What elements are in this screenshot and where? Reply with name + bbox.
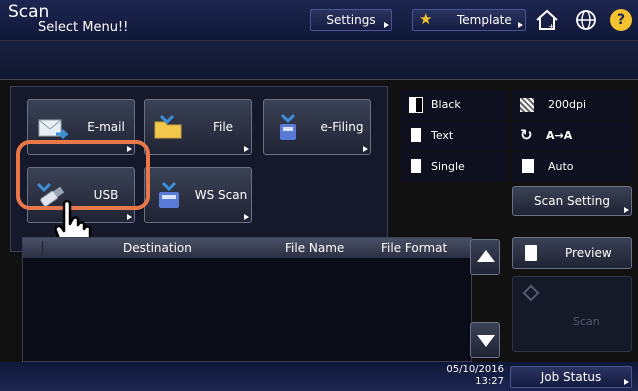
job-status-button[interactable]: Job Status (510, 366, 632, 388)
preview-label: Preview (565, 246, 612, 260)
resolution-value: 200dpi (548, 98, 587, 111)
job-status-label: Job Status (540, 370, 602, 384)
e-filing-icon (272, 112, 304, 144)
folder-icon (153, 112, 185, 144)
bottom-bar: 05/10/2016 13:27 Job Status (0, 362, 638, 391)
document-icon (411, 128, 421, 142)
arrow-down-icon (477, 335, 495, 347)
scroll-down-button[interactable] (470, 322, 500, 358)
scan-setting-label: Scan Setting (534, 194, 610, 208)
info-bar (0, 40, 638, 80)
scan-setting-button[interactable]: Scan Setting (512, 186, 632, 216)
svg-text:+: + (548, 22, 555, 31)
auto-size-icon (522, 159, 534, 173)
triangle-icon (363, 146, 368, 152)
page-subtitle: Select Menu!! (38, 20, 129, 35)
home-icon[interactable]: + (534, 8, 560, 32)
triangle-icon (384, 22, 389, 28)
settings-button[interactable]: Settings (310, 9, 392, 31)
scan-label: Scan (573, 315, 600, 328)
mode-value: Text (431, 129, 454, 142)
sides-setting: Single (401, 152, 507, 182)
ws-scan-icon (153, 180, 185, 212)
triangle-icon (624, 207, 629, 213)
template-button[interactable]: ★ Template (412, 9, 526, 31)
preview-button[interactable]: Preview (512, 237, 632, 269)
document-icon (411, 159, 421, 173)
resolution-setting: 200dpi (512, 90, 632, 120)
triangle-icon (127, 214, 132, 220)
file-button[interactable]: File (144, 99, 252, 155)
triangle-icon (244, 214, 249, 220)
destination-table[interactable]: Destination File Name File Format (22, 237, 472, 362)
color-setting: Black (401, 90, 507, 120)
column-destination: Destination (123, 241, 192, 255)
preview-icon (525, 245, 537, 261)
triangle-icon (624, 379, 629, 385)
scan-start-icon (522, 284, 540, 302)
resolution-icon (520, 98, 534, 112)
top-bar: Scan Select Menu!! Settings ★ Template +… (0, 0, 638, 40)
settings-label: Settings (326, 13, 376, 27)
template-label: Template (457, 13, 512, 27)
black-square-icon (409, 97, 423, 113)
help-icon[interactable]: ? (610, 9, 632, 31)
triangle-icon (518, 22, 523, 28)
globe-icon[interactable] (575, 9, 597, 31)
rotate-icon: ↻ (520, 126, 533, 144)
rotation-setting: ↻ A→A (512, 121, 632, 151)
scan-button[interactable]: Scan (512, 276, 632, 352)
ws-scan-label: WS Scan (194, 188, 248, 202)
file-label: File (212, 120, 234, 134)
e-filing-label: e-Filing (320, 120, 364, 134)
e-filing-button[interactable]: e-Filing (263, 99, 371, 155)
star-icon: ★ (419, 10, 433, 28)
arrow-up-icon (477, 250, 495, 262)
column-file-format: File Format (381, 241, 448, 255)
date: 05/10/2016 (446, 364, 504, 375)
header-spacer (23, 241, 43, 255)
page-title: Scan (8, 2, 50, 22)
size-setting: Auto (512, 152, 632, 182)
sides-value: Single (431, 160, 465, 173)
triangle-icon (244, 146, 249, 152)
ws-scan-button[interactable]: WS Scan (144, 167, 252, 223)
color-value: Black (431, 98, 461, 111)
rotation-value: A→A (546, 129, 573, 142)
scroll-up-button[interactable] (470, 239, 500, 275)
time: 13:27 (475, 376, 504, 387)
mode-setting: Text (401, 121, 507, 151)
destination-table-header: Destination File Name File Format (23, 238, 471, 258)
scan-screen: Scan Select Menu!! Settings ★ Template +… (0, 0, 638, 391)
size-value: Auto (548, 160, 574, 173)
column-file-name: File Name (285, 241, 345, 255)
email-label: E-mail (87, 120, 125, 134)
date-time: 05/10/2016 13:27 (440, 364, 504, 388)
